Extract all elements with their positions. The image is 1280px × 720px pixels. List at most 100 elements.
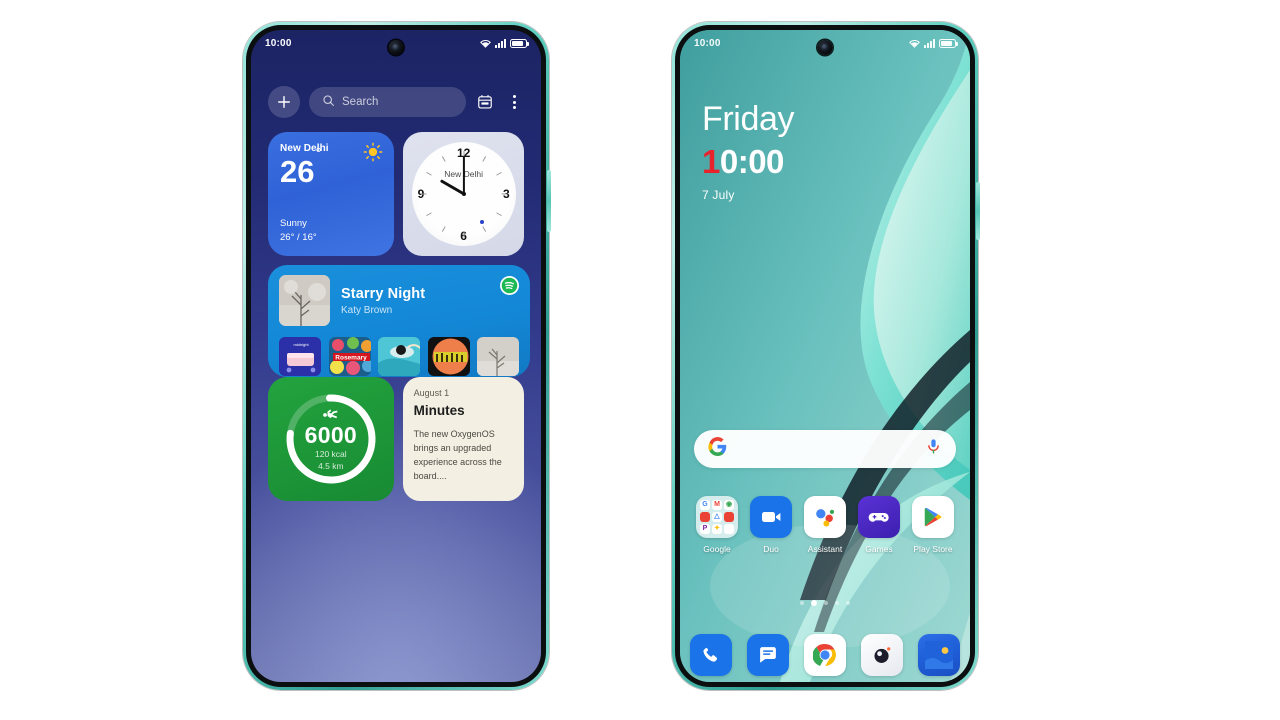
album-thumbnail-2[interactable]: Rosemary xyxy=(328,337,371,376)
right-front-camera xyxy=(817,40,833,55)
album-thumbnail-4[interactable] xyxy=(427,337,470,376)
left-camera-lens xyxy=(392,43,400,52)
page-dot-active[interactable] xyxy=(811,600,817,606)
left-phone-power-button[interactable] xyxy=(547,170,551,232)
photos-icon[interactable] xyxy=(918,634,960,676)
album-thumbnail-5[interactable] xyxy=(477,337,519,376)
note-date: August 1 xyxy=(413,388,450,398)
left-status-icons xyxy=(480,38,529,48)
battery-icon xyxy=(510,38,529,48)
note-body: The new OxygenOS brings an upgraded expe… xyxy=(413,429,502,481)
add-widget-button[interactable] xyxy=(268,86,300,118)
track-title: Starry Night xyxy=(341,285,426,302)
right-status-time: 10:00 xyxy=(694,37,721,49)
play-store-icon[interactable] xyxy=(912,496,954,538)
app-icon-assistant[interactable]: Assistant xyxy=(798,496,852,554)
widget-row-3: 6000 120 kcal 4.5 km August 1 Minutes Th… xyxy=(268,377,524,501)
weather-widget[interactable]: New Delhi 26° Sunny 26° / 16° xyxy=(268,132,395,256)
weather-range: 26° / 16° xyxy=(280,232,317,243)
degree-symbol: ° xyxy=(315,144,322,162)
time-highlight-digit: 1 xyxy=(702,143,720,180)
sunny-icon xyxy=(363,142,383,162)
clock-minute-hand xyxy=(462,156,465,194)
duo-icon[interactable] xyxy=(750,496,792,538)
search-input[interactable]: Search xyxy=(309,87,466,117)
battery-icon xyxy=(939,38,958,48)
app-label: Google xyxy=(703,544,731,554)
weekday-label: Friday xyxy=(702,100,795,138)
microphone-icon[interactable] xyxy=(925,438,942,460)
app-grid: G M ◉ △ P ✦ Google Duo Assistant Games P… xyxy=(690,496,960,554)
fitness-widget[interactable]: 6000 120 kcal 4.5 km xyxy=(268,377,394,501)
app-label: Games xyxy=(865,544,893,554)
date-label: 7 July xyxy=(702,188,735,202)
right-phone-power-button[interactable] xyxy=(976,182,980,240)
games-icon[interactable] xyxy=(858,496,900,538)
music-now-playing: Starry Night Katy Brown xyxy=(279,275,519,326)
svg-text:Rosemary: Rosemary xyxy=(335,355,367,362)
clock-center-dot xyxy=(461,192,466,196)
track-artist: Katy Brown xyxy=(341,304,393,316)
music-metadata: Starry Night Katy Brown xyxy=(341,286,425,316)
more-vertical-icon[interactable] xyxy=(504,92,524,112)
google-g-icon[interactable] xyxy=(708,437,727,461)
search-placeholder-text: Search xyxy=(342,96,379,108)
left-status-time: 10:00 xyxy=(265,37,292,49)
right-status-icons xyxy=(909,38,958,48)
screenshot-stage: 10:00 Search New Delhi 26° Sunny 26° / 1… xyxy=(0,0,1280,720)
wifi-icon xyxy=(480,39,491,48)
signal-icon xyxy=(495,38,506,48)
home-clock-widget[interactable]: Friday 10:00 7 July xyxy=(702,102,794,202)
signal-icon xyxy=(924,38,935,48)
google-search-bar[interactable] xyxy=(694,430,956,468)
right-camera-lens xyxy=(821,43,829,52)
album-art xyxy=(279,275,330,326)
calorie-count: 120 kcal xyxy=(314,448,347,459)
steps-readout: 6000 120 kcal 4.5 km xyxy=(282,390,380,488)
clock-widget[interactable]: New Delhi 12 3 6 9 xyxy=(403,132,524,256)
music-widget[interactable]: Starry Night Katy Brown midnight Rosemar… xyxy=(268,265,530,377)
camera-icon[interactable] xyxy=(861,634,903,676)
phone-icon[interactable] xyxy=(690,634,732,676)
weather-temperature: 26° xyxy=(280,144,322,189)
album-thumbnail-1[interactable]: midnight xyxy=(279,337,321,376)
app-icon-games[interactable]: Games xyxy=(852,496,906,554)
folder-mini-grid: G M ◉ △ P ✦ xyxy=(696,496,738,538)
step-count: 6000 xyxy=(304,421,358,448)
app-icon-play-store[interactable]: Play Store xyxy=(906,496,960,554)
google-assistant-icon[interactable] xyxy=(804,496,846,538)
chrome-icon[interactable] xyxy=(804,634,846,676)
app-label: Assistant xyxy=(807,544,843,554)
page-dot[interactable] xyxy=(800,601,804,605)
left-phone-screen: 10:00 Search New Delhi 26° Sunny 26° / 1… xyxy=(251,30,541,682)
app-label: Play Store xyxy=(913,544,953,554)
page-dot[interactable] xyxy=(846,601,850,605)
right-phone-screen: 10:00 Friday 10:00 7 July G M ◉ △ P ✦ Go… xyxy=(680,30,970,682)
dock xyxy=(690,634,960,676)
search-icon xyxy=(322,94,335,110)
app-icon-google-folder[interactable]: G M ◉ △ P ✦ Google xyxy=(690,496,744,554)
page-dot[interactable] xyxy=(824,601,828,605)
messages-icon[interactable] xyxy=(747,634,789,676)
distance-value: 4.5 km xyxy=(318,460,344,471)
steps-progress-ring: 6000 120 kcal 4.5 km xyxy=(282,390,380,488)
app-icon-duo[interactable]: Duo xyxy=(744,496,798,554)
page-indicator[interactable] xyxy=(680,600,970,606)
time-rest-digits: 0:00 xyxy=(719,143,785,180)
album-thumbnail-3[interactable] xyxy=(378,337,420,376)
wifi-icon xyxy=(909,39,920,48)
calendar-icon[interactable] xyxy=(475,92,495,112)
note-title: Minutes xyxy=(413,403,465,418)
page-dot[interactable] xyxy=(835,601,839,605)
svg-text:midnight: midnight xyxy=(293,342,309,347)
walking-icon xyxy=(323,408,338,423)
widget-area: New Delhi 26° Sunny 26° / 16° New Delhi … xyxy=(268,132,530,510)
notes-widget[interactable]: August 1 Minutes The new OxygenOS brings… xyxy=(402,377,524,501)
left-toolbar: Search xyxy=(268,86,524,118)
widget-row-1: New Delhi 26° Sunny 26° / 16° New Delhi … xyxy=(268,132,524,256)
left-phone-device: 10:00 Search New Delhi 26° Sunny 26° / 1… xyxy=(243,22,551,690)
spotify-icon[interactable] xyxy=(500,276,519,295)
google-folder-icon[interactable]: G M ◉ △ P ✦ xyxy=(696,496,738,538)
left-front-camera xyxy=(388,40,404,55)
right-phone-device: 10:00 Friday 10:00 7 July G M ◉ △ P ✦ Go… xyxy=(672,22,980,690)
